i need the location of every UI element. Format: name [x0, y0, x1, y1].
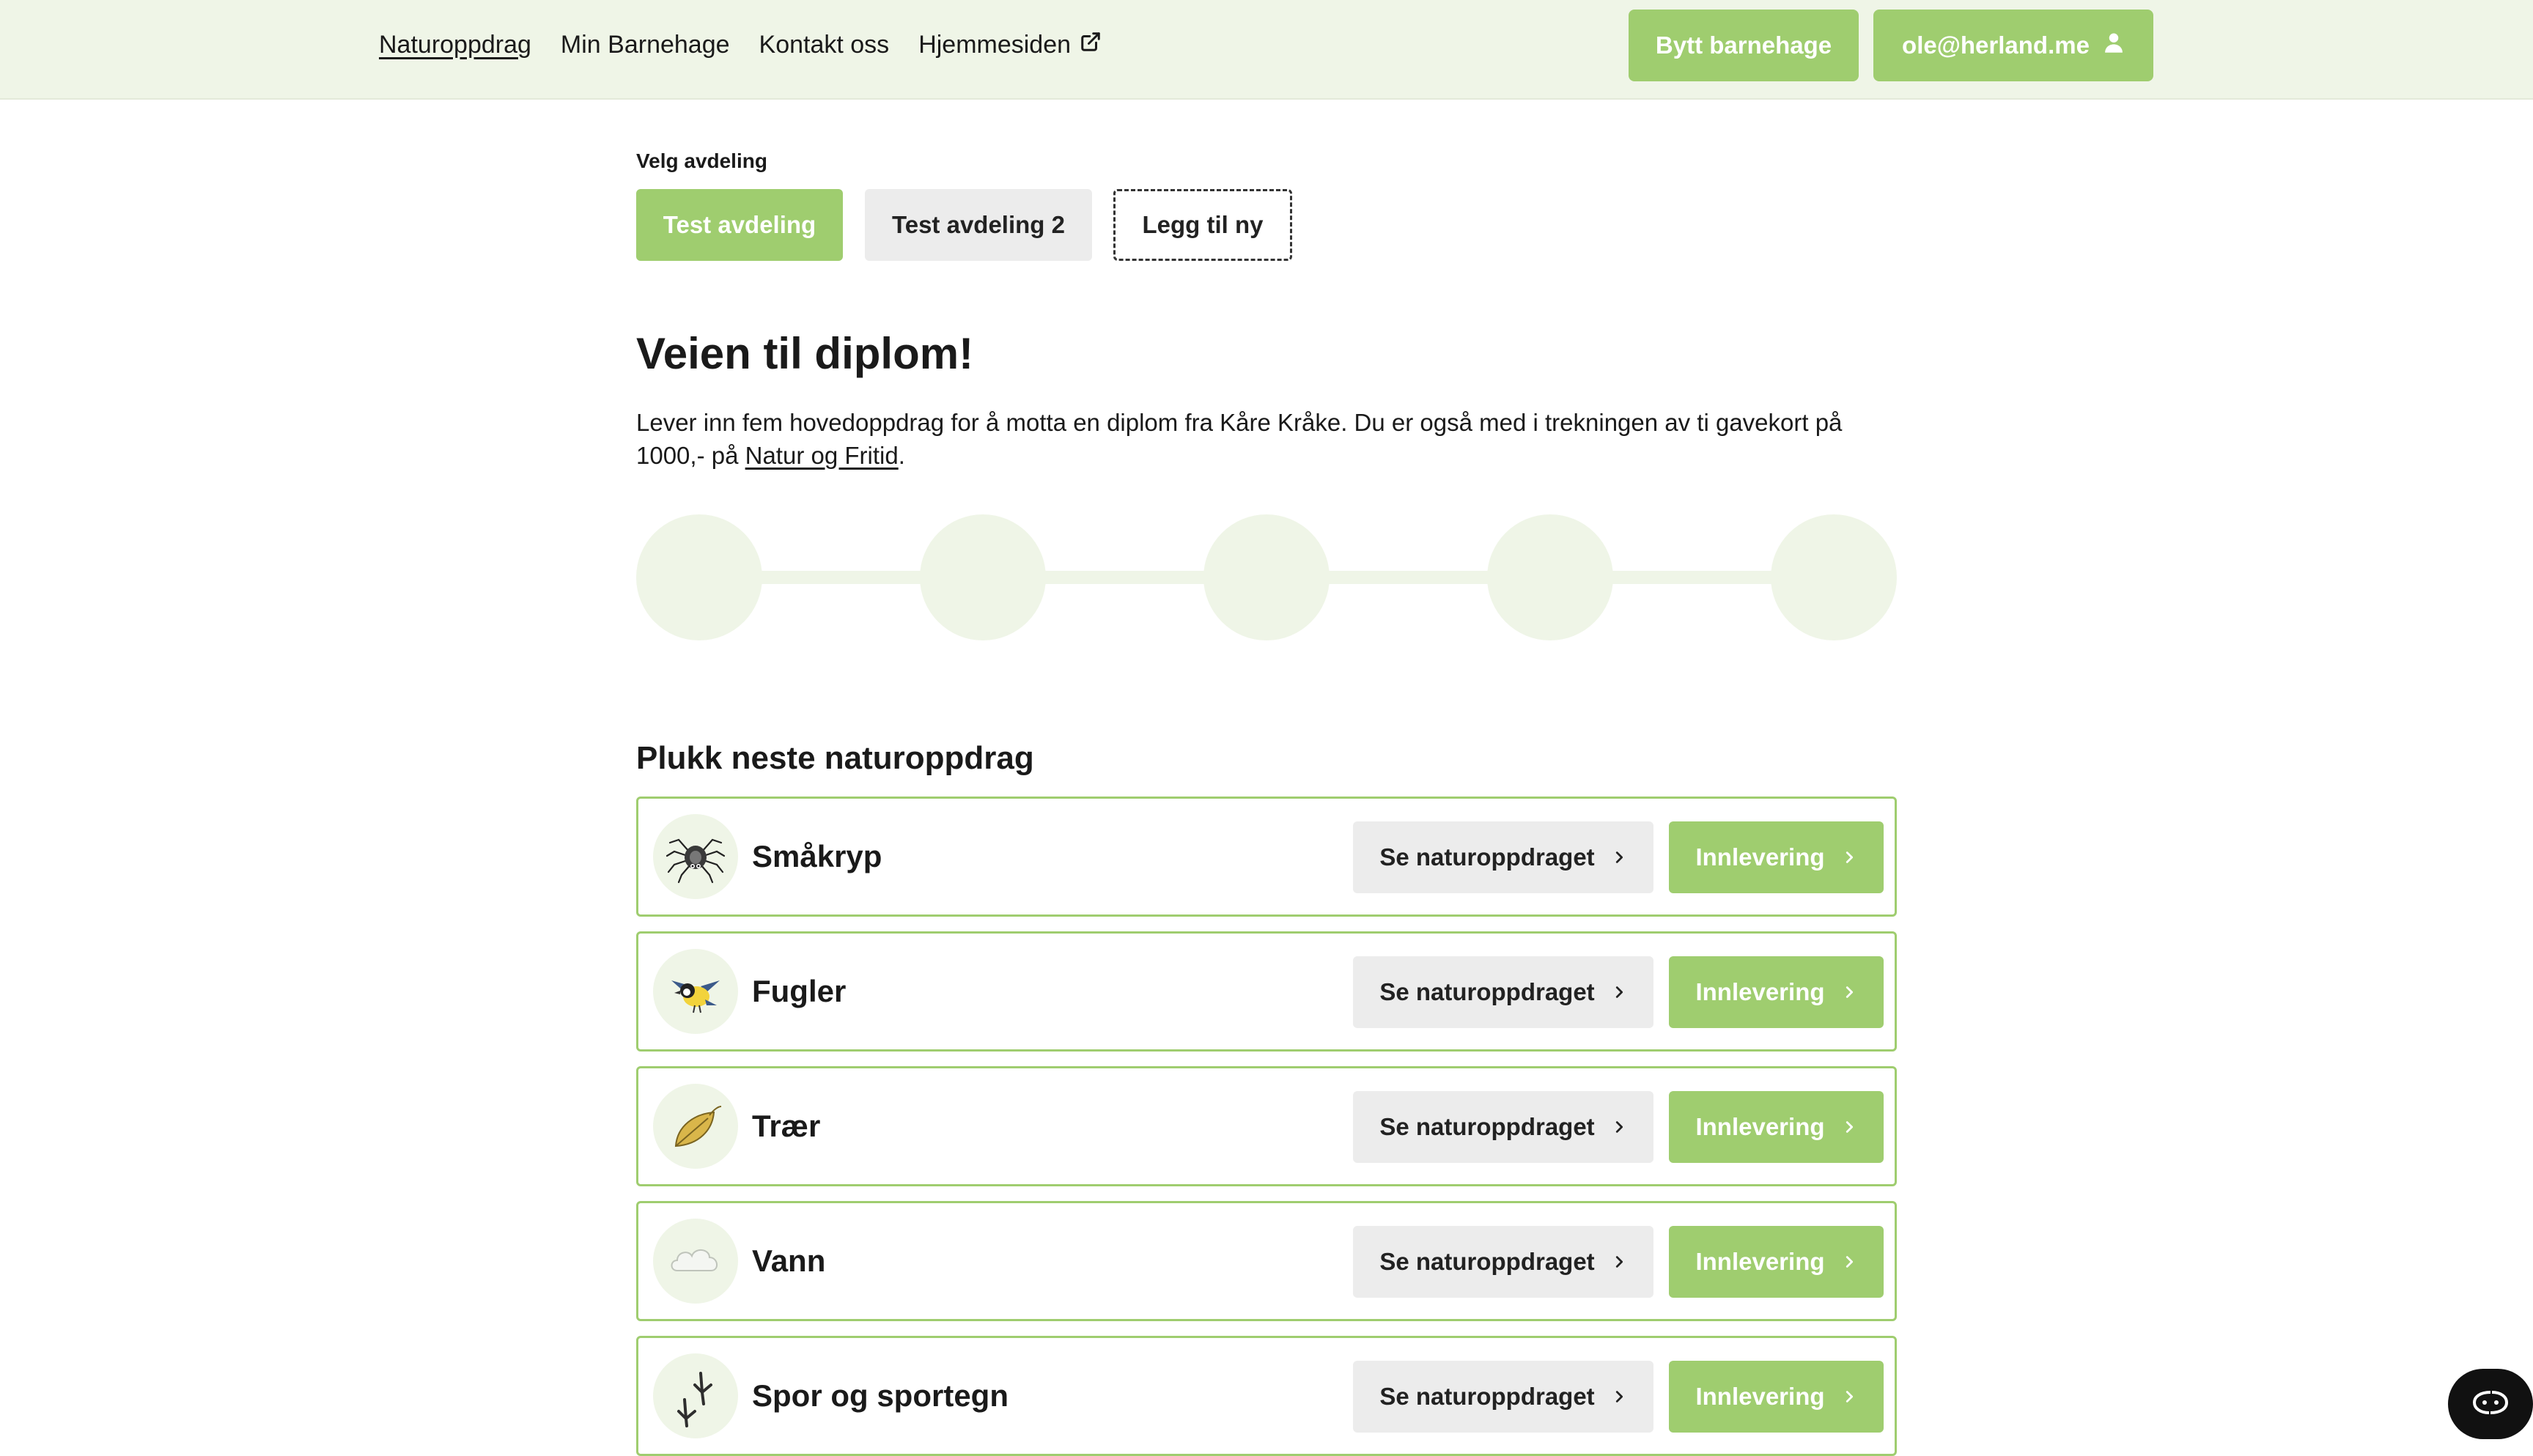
nav-item-kontakt-oss[interactable]: Kontakt oss — [759, 31, 890, 59]
diploma-text-end: . — [898, 442, 905, 469]
see-task-button[interactable]: Se naturoppdraget — [1353, 1091, 1653, 1163]
diploma-title: Veien til diplom! — [636, 329, 974, 378]
see-task-label: Se naturoppdraget — [1379, 843, 1595, 871]
submit-task-button[interactable]: Innlevering — [1669, 1361, 1884, 1433]
cloud-icon — [653, 1219, 738, 1304]
main-nav: Naturoppdrag Min Barnehage Kontakt oss H… — [379, 0, 1102, 89]
see-task-button[interactable]: Se naturoppdraget — [1353, 956, 1653, 1028]
see-task-button[interactable]: Se naturoppdraget — [1353, 821, 1653, 893]
department-button-test-avdeling-2[interactable]: Test avdeling 2 — [865, 189, 1092, 261]
see-task-label: Se naturoppdraget — [1379, 978, 1595, 1005]
task-name: Vann — [752, 1243, 826, 1278]
chevron-right-icon — [1611, 1383, 1627, 1411]
see-task-label: Se naturoppdraget — [1379, 1383, 1595, 1410]
task-name: Småkryp — [752, 839, 882, 873]
chevron-right-icon — [1611, 1113, 1627, 1141]
submit-task-label: Innlevering — [1695, 1113, 1825, 1140]
task-name: Fugler — [752, 974, 847, 1008]
tasks-title: Plukk neste naturoppdrag — [636, 740, 1034, 776]
submit-task-button[interactable]: Innlevering — [1669, 1091, 1884, 1163]
nav-item-naturoppdrag[interactable]: Naturoppdrag — [379, 31, 531, 59]
chat-widget-button[interactable] — [2448, 1369, 2533, 1439]
task-card-traer: Trær Se naturoppdraget Innlevering — [636, 1066, 1897, 1186]
spider-icon — [653, 814, 738, 899]
progress-step-3 — [1203, 514, 1330, 640]
submit-task-button[interactable]: Innlevering — [1669, 821, 1884, 893]
leaf-icon — [653, 1084, 738, 1169]
see-task-button[interactable]: Se naturoppdraget — [1353, 1361, 1653, 1433]
nav-item-min-barnehage[interactable]: Min Barnehage — [561, 31, 730, 59]
nav-item-label: Hjemmesiden — [918, 30, 1072, 59]
chevron-right-icon — [1611, 978, 1627, 1006]
submit-task-label: Innlevering — [1695, 843, 1825, 871]
department-label: Velg avdeling — [636, 149, 767, 172]
user-email: ole@herland.me — [1902, 32, 2090, 59]
switch-kindergarten-label: Bytt barnehage — [1655, 32, 1832, 59]
top-navigation-bar: Naturoppdrag Min Barnehage Kontakt oss H… — [0, 0, 2533, 100]
submit-task-label: Innlevering — [1695, 978, 1825, 1005]
chevron-right-icon — [1611, 1248, 1627, 1276]
diploma-description: Lever inn fem hovedoppdrag for å motta e… — [636, 406, 1897, 472]
progress-step-1 — [636, 514, 762, 640]
submit-task-button[interactable]: Innlevering — [1669, 956, 1884, 1028]
submit-task-label: Innlevering — [1695, 1383, 1825, 1410]
switch-kindergarten-button[interactable]: Bytt barnehage — [1629, 10, 1859, 81]
nav-item-hjemmesiden[interactable]: Hjemmesiden — [918, 31, 1102, 59]
task-name: Spor og sportegn — [752, 1378, 1009, 1413]
external-link-icon — [1080, 31, 1102, 59]
task-card-vann: Vann Se naturoppdraget Innlevering — [636, 1201, 1897, 1321]
diploma-progress — [636, 514, 1897, 640]
user-icon — [2103, 32, 2125, 59]
see-task-label: Se naturoppdraget — [1379, 1113, 1595, 1140]
progress-step-2 — [920, 514, 1046, 640]
task-card-smakryp: Småkryp Se naturoppdraget Innlevering — [636, 797, 1897, 917]
task-name: Trær — [752, 1109, 821, 1143]
progress-step-5 — [1771, 514, 1897, 640]
footprint-icon — [653, 1353, 738, 1438]
chevron-right-icon — [1841, 1113, 1857, 1141]
chevron-right-icon — [1611, 843, 1627, 871]
chevron-right-icon — [1841, 1383, 1857, 1411]
task-card-spor-og-sportegn: Spor og sportegn Se naturoppdraget Innle… — [636, 1336, 1897, 1456]
chevron-right-icon — [1841, 843, 1857, 871]
natur-og-fritid-link[interactable]: Natur og Fritid — [745, 442, 899, 469]
progress-step-4 — [1487, 514, 1613, 640]
department-button-test-avdeling[interactable]: Test avdeling — [636, 189, 843, 261]
bird-icon — [653, 949, 738, 1034]
chat-widget-icon — [2470, 1388, 2511, 1421]
submit-task-label: Innlevering — [1695, 1248, 1825, 1275]
user-menu-button[interactable]: ole@herland.me — [1873, 10, 2153, 81]
chevron-right-icon — [1841, 1248, 1857, 1276]
see-task-label: Se naturoppdraget — [1379, 1248, 1595, 1275]
chevron-right-icon — [1841, 978, 1857, 1006]
task-card-fugler: Fugler Se naturoppdraget Innlevering — [636, 931, 1897, 1052]
add-department-button[interactable]: Legg til ny — [1113, 189, 1292, 261]
see-task-button[interactable]: Se naturoppdraget — [1353, 1226, 1653, 1298]
submit-task-button[interactable]: Innlevering — [1669, 1226, 1884, 1298]
